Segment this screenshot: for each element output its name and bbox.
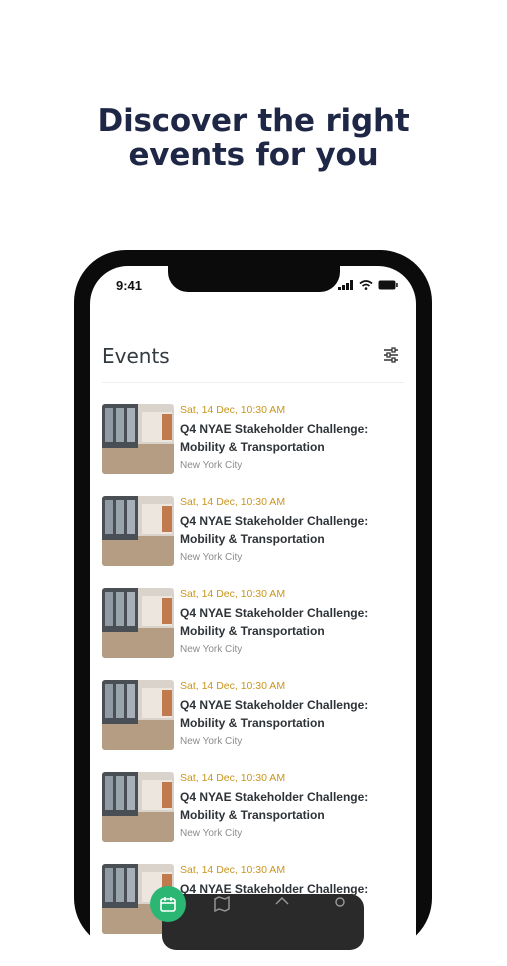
battery-icon bbox=[378, 280, 398, 290]
event-date: Sat, 14 Dec, 10:30 AM bbox=[180, 772, 286, 784]
event-date: Sat, 14 Dec, 10:30 AM bbox=[180, 496, 286, 508]
event-title-line-2: Mobility & Transportation bbox=[180, 440, 325, 454]
event-location: New York City bbox=[180, 552, 243, 563]
event-title: Q4 NYAE Stakeholder Challenge: Mobility … bbox=[180, 604, 400, 640]
event-card[interactable]: Sat, 14 Dec, 10:30 AM Q4 NYAE Stakeholde… bbox=[102, 496, 402, 566]
event-thumbnail bbox=[102, 588, 174, 658]
event-title: Q4 NYAE Stakeholder Challenge: Mobility … bbox=[180, 512, 400, 548]
event-card[interactable]: Sat, 14 Dec, 10:30 AM Q4 NYAE Stakeholde… bbox=[102, 680, 402, 750]
event-title-line-1: Q4 NYAE Stakeholder Challenge: bbox=[180, 698, 369, 712]
status-time: 9:41 bbox=[116, 278, 143, 293]
bottom-tab-bar bbox=[150, 886, 364, 950]
event-date: Sat, 14 Dec, 10:30 AM bbox=[180, 404, 286, 416]
event-card[interactable]: Sat, 14 Dec, 10:30 AM Q4 NYAE Stakeholde… bbox=[102, 404, 402, 474]
event-title-line-2: Mobility & Transportation bbox=[180, 808, 325, 822]
events-title: Events bbox=[102, 344, 170, 368]
event-location: New York City bbox=[180, 644, 243, 655]
sliders-icon[interactable] bbox=[382, 346, 400, 364]
event-title-line-2: Mobility & Transportation bbox=[180, 624, 325, 638]
home-icon[interactable] bbox=[274, 896, 290, 912]
event-location: New York City bbox=[180, 460, 243, 471]
event-thumbnail bbox=[102, 496, 174, 566]
wifi-icon bbox=[359, 280, 373, 290]
headline: Discover the right events for you bbox=[0, 104, 507, 172]
events-list: Sat, 14 Dec, 10:30 AM Q4 NYAE Stakeholde… bbox=[102, 404, 402, 956]
event-title-line-1: Q4 NYAE Stakeholder Challenge: bbox=[180, 422, 369, 436]
profile-icon[interactable] bbox=[332, 896, 348, 912]
calendar-icon[interactable] bbox=[150, 886, 186, 922]
headline-line-1: Discover the right bbox=[97, 103, 410, 139]
event-location: New York City bbox=[180, 828, 243, 839]
signal-icon bbox=[338, 280, 353, 290]
headline-line-2: events for you bbox=[128, 137, 379, 173]
event-card[interactable]: Sat, 14 Dec, 10:30 AM Q4 NYAE Stakeholde… bbox=[102, 588, 402, 658]
event-location: New York City bbox=[180, 736, 243, 747]
event-date: Sat, 14 Dec, 10:30 AM bbox=[180, 588, 286, 600]
event-title: Q4 NYAE Stakeholder Challenge: Mobility … bbox=[180, 696, 400, 732]
status-icons bbox=[338, 280, 398, 290]
phone-screen: 9:41 Events Sat, 14 Dec, 10:30 AM Q4 NYA… bbox=[90, 266, 416, 966]
event-title: Q4 NYAE Stakeholder Challenge: Mobility … bbox=[180, 788, 400, 824]
event-title-line-1: Q4 NYAE Stakeholder Challenge: bbox=[180, 606, 369, 620]
event-title-line-1: Q4 NYAE Stakeholder Challenge: bbox=[180, 514, 369, 528]
header-divider bbox=[102, 382, 404, 383]
event-title: Q4 NYAE Stakeholder Challenge: Mobility … bbox=[180, 420, 400, 456]
event-thumbnail bbox=[102, 680, 174, 750]
event-title-line-2: Mobility & Transportation bbox=[180, 532, 325, 546]
event-date: Sat, 14 Dec, 10:30 AM bbox=[180, 864, 286, 876]
event-thumbnail bbox=[102, 772, 174, 842]
map-icon[interactable] bbox=[214, 896, 230, 912]
event-date: Sat, 14 Dec, 10:30 AM bbox=[180, 680, 286, 692]
event-title-line-2: Mobility & Transportation bbox=[180, 716, 325, 730]
event-title-line-1: Q4 NYAE Stakeholder Challenge: bbox=[180, 790, 369, 804]
event-card[interactable]: Sat, 14 Dec, 10:30 AM Q4 NYAE Stakeholde… bbox=[102, 772, 402, 842]
phone-notch bbox=[168, 266, 340, 292]
phone-frame: 9:41 Events Sat, 14 Dec, 10:30 AM Q4 NYA… bbox=[74, 250, 432, 966]
event-thumbnail bbox=[102, 404, 174, 474]
